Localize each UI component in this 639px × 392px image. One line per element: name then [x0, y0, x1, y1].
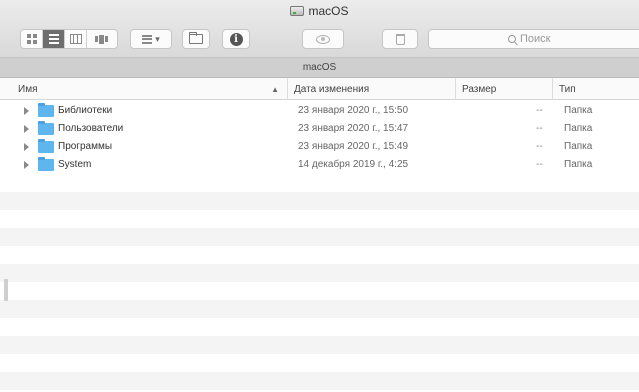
- columns-view-button[interactable]: [65, 30, 87, 48]
- arrange-icon: ▾: [142, 33, 160, 44]
- columns-icon: [69, 34, 82, 44]
- column-header-kind-label: Тип: [559, 83, 576, 95]
- file-list: Библиотеки 23 января 2020 г., 15:50 -- П…: [0, 100, 639, 392]
- search-input[interactable]: [520, 33, 560, 45]
- file-size: --: [536, 159, 543, 170]
- empty-row: [0, 192, 639, 210]
- folder-icon: [38, 103, 54, 117]
- disclosure-triangle-icon[interactable]: [24, 161, 29, 169]
- sort-ascending-icon: ▲: [271, 84, 279, 94]
- gallery-icon: [95, 34, 109, 44]
- search-icon: [508, 34, 516, 43]
- trash-icon: [395, 33, 405, 45]
- file-date: 23 января 2020 г., 15:49: [298, 141, 409, 152]
- gallery-view-button[interactable]: [87, 30, 117, 48]
- file-size: --: [536, 105, 543, 116]
- column-headers: Имя ▲ Дата изменения Размер Тип: [0, 78, 639, 100]
- file-date: 14 декабря 2019 г., 4:25: [298, 159, 409, 170]
- disclosure-triangle-icon[interactable]: [24, 107, 29, 115]
- quick-look-button[interactable]: [302, 29, 344, 49]
- file-size: --: [536, 141, 543, 152]
- info-icon: i: [229, 32, 243, 46]
- file-kind: Папка: [564, 123, 593, 134]
- file-date: 23 января 2020 г., 15:47: [298, 123, 409, 134]
- column-header-name-label: Имя: [18, 83, 38, 95]
- new-folder-button[interactable]: [182, 29, 210, 49]
- window-title-text: macOS: [308, 4, 349, 18]
- empty-row: [0, 336, 639, 354]
- column-header-size-label: Размер: [462, 83, 497, 95]
- get-info-button[interactable]: i: [222, 29, 250, 49]
- file-name: System: [58, 159, 92, 170]
- table-row[interactable]: Библиотеки 23 января 2020 г., 15:50 -- П…: [0, 102, 639, 120]
- file-kind: Папка: [564, 141, 593, 152]
- disclosure-triangle-icon[interactable]: [24, 125, 29, 133]
- chevron-down-icon: ▾: [155, 33, 160, 44]
- view-mode-segmented-control: [20, 29, 118, 49]
- folder-icon: [38, 157, 54, 171]
- drive-icon: [290, 6, 305, 16]
- folder-outline-icon: [189, 32, 203, 44]
- file-kind: Папка: [564, 159, 593, 170]
- icon-grid-icon: [26, 34, 37, 44]
- column-header-kind[interactable]: Тип: [553, 78, 639, 100]
- file-size: --: [536, 123, 543, 134]
- table-row[interactable]: Программы 23 января 2020 г., 15:49 -- Па…: [0, 138, 639, 156]
- empty-row: [0, 228, 639, 246]
- file-date: 23 января 2020 г., 15:50: [298, 105, 409, 116]
- column-header-date[interactable]: Дата изменения: [288, 78, 456, 100]
- table-row[interactable]: Пользователи 23 января 2020 г., 15:47 --…: [0, 120, 639, 138]
- list-view-button[interactable]: [43, 30, 65, 48]
- path-bar: macOS: [0, 58, 639, 78]
- file-name: Программы: [58, 141, 113, 152]
- file-name: Пользователи: [58, 123, 124, 134]
- path-bar-label: macOS: [302, 62, 337, 73]
- list-icon: [48, 34, 59, 44]
- file-kind: Папка: [564, 105, 593, 116]
- column-header-date-label: Дата изменения: [294, 83, 370, 95]
- trash-button[interactable]: [382, 29, 418, 49]
- icons-view-button[interactable]: [21, 30, 43, 48]
- folder-icon: [38, 139, 54, 153]
- disclosure-triangle-icon[interactable]: [24, 143, 29, 151]
- folder-icon: [38, 121, 54, 135]
- sidebar-resize-handle[interactable]: [4, 279, 8, 301]
- file-name: Библиотеки: [58, 105, 113, 116]
- arrange-menu-button[interactable]: ▾: [130, 29, 172, 49]
- table-row[interactable]: System 14 декабря 2019 г., 4:25 -- Папка: [0, 156, 639, 174]
- empty-row: [0, 372, 639, 390]
- window-toolbar: macOS ▾ i: [0, 0, 639, 58]
- search-field[interactable]: [428, 29, 639, 49]
- window-title: macOS: [0, 2, 639, 20]
- column-header-size[interactable]: Размер: [456, 78, 553, 100]
- empty-row: [0, 264, 639, 282]
- empty-row: [0, 300, 639, 318]
- column-header-name[interactable]: Имя ▲: [18, 78, 288, 100]
- eye-icon: [316, 34, 330, 44]
